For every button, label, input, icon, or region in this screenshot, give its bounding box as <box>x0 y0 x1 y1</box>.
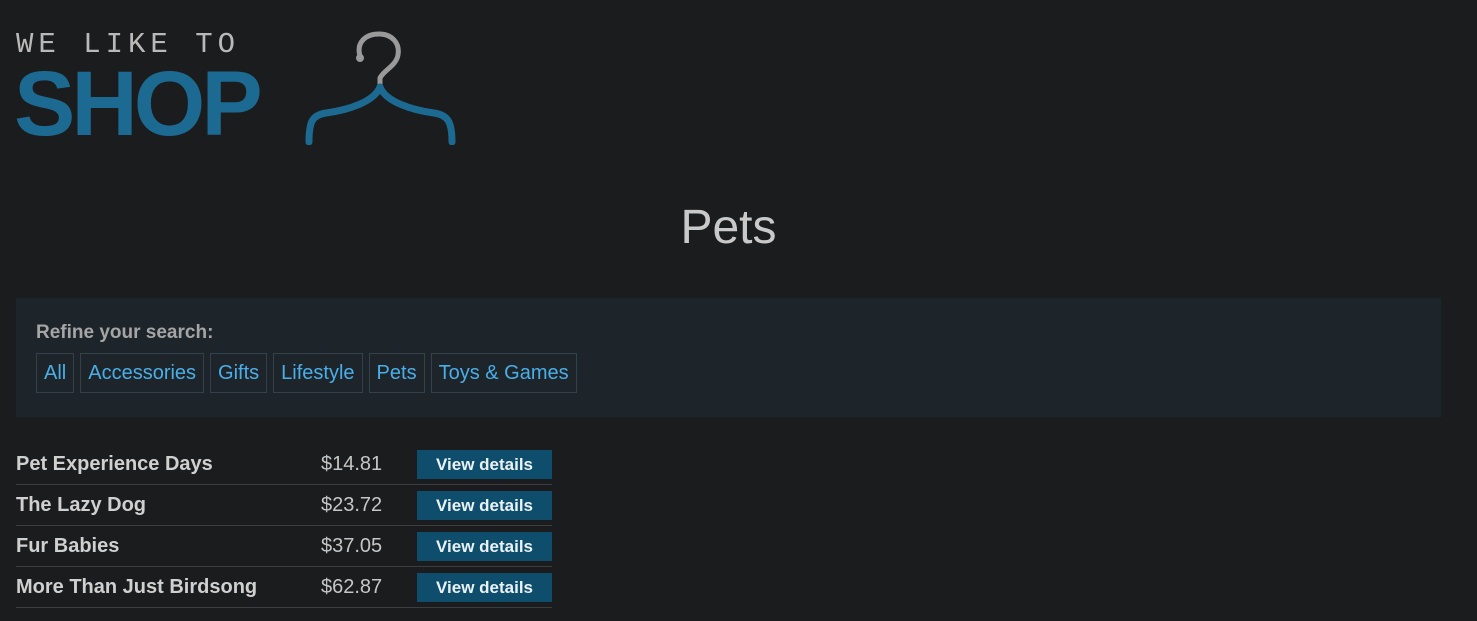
product-list: Pet Experience Days $14.81 View details … <box>16 444 552 608</box>
logo-wordmark: SHOP <box>14 53 263 155</box>
filter-link-lifestyle[interactable]: Lifestyle <box>273 353 363 393</box>
view-details-button[interactable]: View details <box>417 449 552 479</box>
category-filter-list: All Accessories Gifts Lifestyle Pets Toy… <box>36 353 577 393</box>
view-details-button[interactable]: View details <box>417 572 552 602</box>
product-row: Pet Experience Days $14.81 View details <box>16 444 552 485</box>
filter-link-pets[interactable]: Pets <box>368 353 425 393</box>
product-row: Fur Babies $37.05 View details <box>16 526 552 567</box>
product-row: The Lazy Dog $23.72 View details <box>16 485 552 526</box>
page: WE LIKE TO SHOP Pets Refine your search:… <box>0 0 1477 621</box>
product-price: $37.05 <box>321 534 383 557</box>
product-name: More Than Just Birdsong <box>16 575 258 598</box>
product-name: The Lazy Dog <box>16 493 147 516</box>
view-details-button[interactable]: View details <box>417 531 552 561</box>
filter-link-accessories[interactable]: Accessories <box>80 353 205 393</box>
product-price: $14.81 <box>321 452 383 475</box>
refine-search-panel: Refine your search: All Accessories Gift… <box>16 298 1441 417</box>
filter-link-toys-games[interactable]: Toys & Games <box>430 353 577 393</box>
site-logo[interactable]: WE LIKE TO SHOP <box>14 28 474 155</box>
product-name: Fur Babies <box>16 534 120 557</box>
product-name: Pet Experience Days <box>16 452 213 475</box>
filter-link-gifts[interactable]: Gifts <box>210 353 268 393</box>
page-title: Pets <box>680 201 777 254</box>
view-details-button[interactable]: View details <box>417 490 552 520</box>
hanger-icon <box>304 30 474 150</box>
filter-link-all[interactable]: All <box>36 353 75 393</box>
product-price: $62.87 <box>321 575 383 598</box>
product-row: More Than Just Birdsong $62.87 View deta… <box>16 567 552 608</box>
refine-label: Refine your search: <box>36 322 214 343</box>
product-price: $23.72 <box>321 493 383 516</box>
